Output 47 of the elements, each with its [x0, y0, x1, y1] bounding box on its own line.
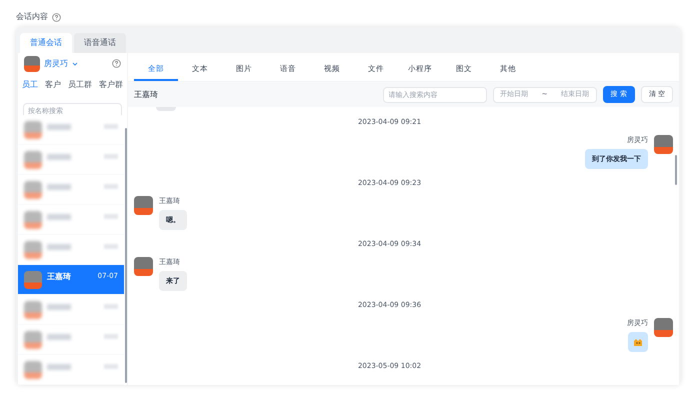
blurred-time [104, 154, 118, 159]
avatar-photo-placeholder [134, 257, 153, 276]
help-icon[interactable] [52, 12, 61, 22]
contact-name: 王嘉琦 [47, 271, 71, 283]
avatar-photo-placeholder [654, 318, 673, 337]
chevron-down-icon[interactable] [72, 60, 78, 67]
blurred-name [47, 304, 71, 310]
current-user-name[interactable]: 房灵巧 [44, 58, 68, 70]
scrollbar[interactable] [125, 128, 127, 383]
blurred-name [47, 334, 71, 340]
blurred-name [47, 184, 71, 190]
blurred-time [104, 364, 118, 369]
blurred-name [47, 244, 71, 250]
blurred-time [104, 184, 118, 189]
avatar-photo-placeholder [134, 196, 153, 215]
avatar-photo-placeholder [24, 56, 40, 72]
contact-tab[interactable]: 员工群 [68, 79, 92, 92]
avatar-photo-placeholder [24, 211, 42, 229]
blurred-time [104, 244, 118, 249]
blurred-time [104, 124, 118, 129]
page-title: 会话内容 [16, 11, 48, 23]
avatar-photo-placeholder [24, 151, 42, 169]
avatar-photo-placeholder [24, 331, 42, 349]
blurred-time [104, 304, 118, 309]
avatar-photo-placeholder [24, 361, 42, 379]
avatar-photo-placeholder [24, 241, 42, 259]
contact-tab[interactable]: 客户 [45, 79, 61, 92]
blurred-name [47, 154, 71, 160]
blurred-name [47, 214, 71, 220]
chat-partner-name: 王嘉琦 [134, 88, 158, 100]
blurred-time [104, 334, 118, 339]
avatar-photo-placeholder [654, 135, 673, 154]
contact-item[interactable] [18, 115, 124, 145]
blurred-name [47, 124, 71, 130]
session-tab[interactable]: 语音通话 [74, 33, 126, 53]
sticker-icon [633, 336, 643, 346]
avatar-photo-placeholder [24, 271, 42, 289]
blurred-time [104, 214, 118, 219]
session-tab[interactable]: 普通会话 [20, 33, 72, 53]
help-icon[interactable] [112, 59, 121, 68]
blurred-name [47, 364, 71, 370]
avatar-photo-placeholder [24, 181, 42, 199]
contact-tab[interactable]: 客户群 [99, 79, 123, 92]
avatar-photo-placeholder [24, 121, 42, 139]
avatar-photo-placeholder [24, 301, 42, 319]
contact-tab[interactable]: 员工 [22, 79, 38, 92]
scrollbar[interactable] [675, 155, 677, 185]
